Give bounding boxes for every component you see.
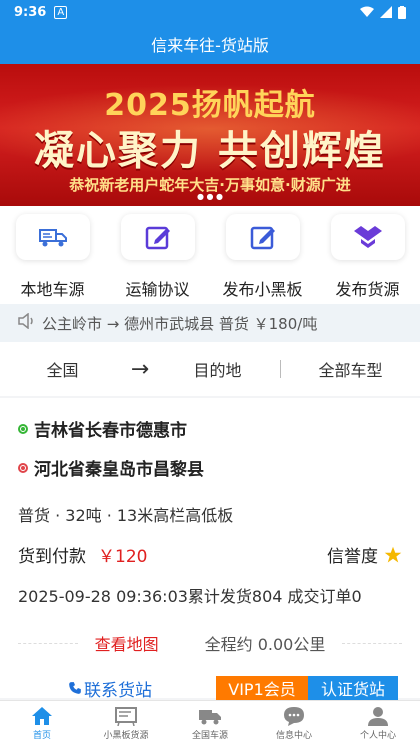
cargo-spec: 普货 · 32吨 · 13米高栏高低板 — [18, 506, 234, 525]
tab-blackboard-cargo[interactable]: 小黑板货源 — [84, 701, 168, 746]
star-icon — [384, 546, 402, 562]
banner-slogan: 凝心聚力 共创辉煌 — [34, 128, 386, 174]
origin-text: 吉林省长春市德惠市 — [34, 421, 187, 441]
tab-label: 首页 — [32, 731, 51, 741]
route-filter: 全国 → 目的地 全部车型 — [0, 342, 420, 396]
blackboard-icon — [115, 707, 137, 726]
promo-banner[interactable]: 2025扬帆起航 凝心聚力 共创辉煌 恭祝新老用户蛇年大吉·万事如意·财源广进 … — [0, 64, 420, 206]
filter-destination[interactable]: 目的地 — [155, 357, 280, 381]
tab-label: 信息中心 — [275, 731, 312, 741]
action-icon-box — [330, 214, 405, 260]
notification-a-icon: A — [54, 5, 68, 19]
action-label: 运输协议 — [125, 280, 190, 299]
tab-label: 小黑板货源 — [103, 731, 149, 741]
tab-label: 个人中心 — [359, 731, 396, 741]
tab-message-center[interactable]: 信息中心 — [252, 701, 336, 746]
quick-actions: 本地车源 运输协议 发布小黑板 发布货源 — [0, 206, 420, 304]
truck-icon — [38, 229, 67, 247]
view-map-link[interactable]: 查看地图 — [95, 631, 159, 655]
action-icon-box — [225, 214, 300, 260]
home-icon — [32, 707, 52, 725]
arrow-right-icon: → — [130, 356, 150, 382]
vip-badge: VIP1会员 — [216, 676, 308, 700]
phone-icon — [69, 682, 81, 694]
dropbox-icon — [353, 226, 382, 248]
dashed-divider — [18, 643, 78, 644]
filter-origin[interactable]: 全国 — [0, 357, 125, 381]
payment-method: 货到付款 — [18, 547, 86, 567]
chat-icon — [284, 707, 304, 726]
action-transport-agreement[interactable]: 运输协议 — [108, 206, 208, 304]
battery-icon — [398, 5, 406, 19]
filter-vehicle-type[interactable]: 全部车型 — [281, 357, 420, 381]
action-post-cargo[interactable]: 发布货源 — [318, 206, 418, 304]
action-label: 发布小黑板 — [222, 280, 303, 299]
origin-dot-icon — [18, 423, 28, 434]
app-title: 信来车往-货站版 — [0, 24, 420, 64]
payment-row: 货到付款 ￥120 信誉度 — [18, 542, 402, 567]
notice-bar[interactable]: 公主岭市 → 德州市武城县 普货 ￥180/吨 — [0, 304, 420, 342]
tab-national-vehicles[interactable]: 全国车源 — [168, 701, 252, 746]
action-icon-box — [120, 214, 195, 260]
wifi-icon — [360, 6, 374, 17]
credit-label: 信誉度 — [327, 547, 378, 567]
speaker-icon — [18, 312, 36, 333]
certified-badge: 认证货站 — [308, 676, 398, 700]
notice-text: 公主岭市 → 德州市武城县 普货 ￥180/吨 — [42, 314, 318, 333]
distance-text: 全程约 0.00公里 — [204, 635, 326, 654]
action-icon-box — [15, 214, 90, 260]
banner-pager-dots: ● ● ● — [196, 192, 224, 201]
truck-icon — [199, 710, 221, 725]
action-label: 本地车源 — [20, 280, 85, 299]
edit-icon — [250, 226, 275, 250]
contact-station-button[interactable]: 联系货站 — [68, 676, 152, 701]
bottom-tab-bar: 首页 小黑板货源 全国车源 信息中心 个人中心 — [0, 700, 420, 746]
destination-dot-icon — [18, 462, 28, 473]
cargo-card[interactable]: 吉林省长春市德惠市 河北省秦皇岛市昌黎县 普货 · 32吨 · 13米高栏高低板… — [0, 398, 420, 701]
tab-label: 全国车源 — [191, 731, 228, 741]
edit-icon — [145, 226, 170, 250]
card-footer: 联系货站 VIP1会员 认证货站 — [0, 676, 420, 701]
tab-profile[interactable]: 个人中心 — [336, 701, 420, 746]
status-time: 9:36 — [14, 4, 47, 20]
action-label: 发布货源 — [335, 280, 400, 299]
route-origin: 吉林省长春市德惠市 — [18, 416, 402, 441]
action-local-vehicles[interactable]: 本地车源 — [3, 206, 103, 304]
map-row: 查看地图 全程约 0.00公里 — [18, 631, 402, 655]
credit-rating: 信誉度 — [327, 542, 402, 567]
action-post-blackboard[interactable]: 发布小黑板 — [213, 206, 313, 304]
route-destination: 河北省秦皇岛市昌黎县 — [18, 455, 402, 480]
cargo-price: ￥120 — [98, 547, 148, 567]
cargo-stats: 2025-09-28 09:36:03累计发货804 成交订单0 — [18, 587, 362, 606]
user-icon — [368, 707, 388, 726]
contact-label: 联系货站 — [84, 680, 152, 701]
tab-home[interactable]: 首页 — [0, 701, 84, 746]
destination-text: 河北省秦皇岛市昌黎县 — [34, 460, 204, 480]
signal-icon — [380, 6, 392, 18]
dashed-divider — [342, 643, 402, 644]
status-bar: 9:36 A — [0, 0, 420, 24]
